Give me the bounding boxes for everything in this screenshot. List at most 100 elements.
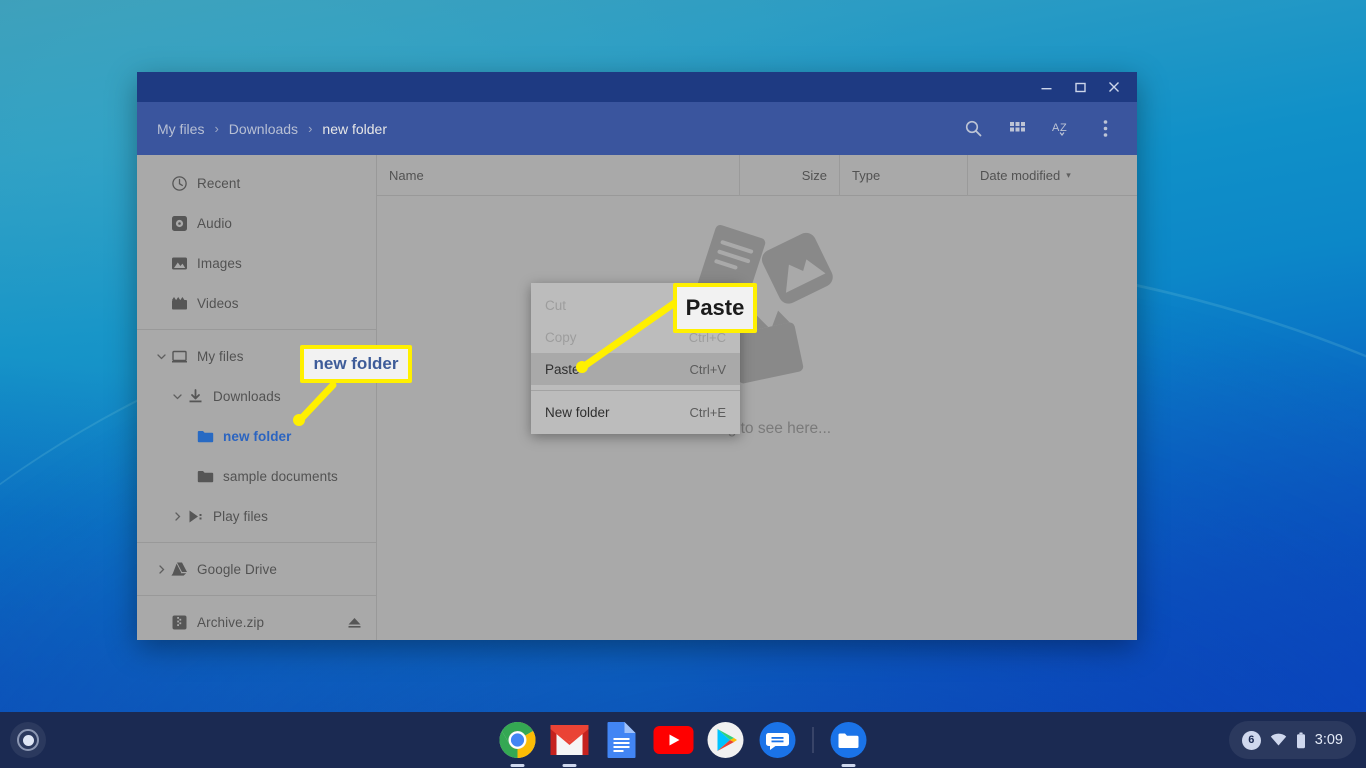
annotation-label: new folder <box>313 354 399 373</box>
svg-text:A: A <box>1052 122 1060 134</box>
shelf-divider <box>812 727 814 753</box>
menu-item-label: Paste <box>545 361 580 377</box>
sidebar-item-label: Recent <box>197 175 241 191</box>
sidebar: Recent Audio Images Videos My files Down… <box>137 155 377 640</box>
files-toolbar: My files › Downloads › new folder AZ <box>137 102 1137 155</box>
breadcrumb-item-my-files[interactable]: My files <box>153 119 208 139</box>
minimize-button[interactable] <box>1029 72 1063 102</box>
column-header-name[interactable]: Name <box>377 155 739 196</box>
youtube-app-icon[interactable] <box>652 718 696 762</box>
sidebar-divider <box>137 595 376 596</box>
sidebar-item-label: Audio <box>197 215 233 231</box>
gmail-app-icon[interactable] <box>548 718 592 767</box>
clock-time[interactable]: 3:09 <box>1315 732 1343 748</box>
app-active-indicator <box>562 764 577 767</box>
chevron-down-icon[interactable] <box>151 346 171 366</box>
sidebar-divider <box>137 329 376 330</box>
column-header-size[interactable]: Size <box>739 155 839 196</box>
video-icon <box>171 293 197 313</box>
notification-count-badge[interactable]: 6 <box>1241 730 1261 750</box>
download-icon <box>187 386 213 406</box>
chevron-right-icon[interactable] <box>151 559 171 579</box>
annotation-label: Paste <box>685 295 745 320</box>
battery-icon[interactable] <box>1296 732 1306 749</box>
desktop: My files › Downloads › new folder AZ Rec… <box>0 0 1366 768</box>
audio-icon <box>171 213 197 233</box>
eject-icon[interactable] <box>347 616 362 629</box>
empty-state: Nothing to see here... <box>377 210 1137 438</box>
sidebar-item-label: Play files <box>213 508 269 524</box>
column-header-date-modified[interactable]: Date modified ▾ <box>967 155 1137 196</box>
sidebar-item-label: new folder <box>223 428 292 444</box>
menu-item-label: New folder <box>545 404 610 420</box>
sidebar-item-sample-documents[interactable]: sample documents <box>137 456 376 496</box>
archive-icon <box>171 612 197 632</box>
clock-icon <box>171 173 197 193</box>
column-headers: Name Size Type Date modified ▾ <box>377 155 1137 196</box>
sidebar-item-label: sample documents <box>223 468 338 484</box>
computer-icon <box>171 346 197 366</box>
column-label: Name <box>389 167 424 183</box>
launcher-ring-icon <box>17 729 39 751</box>
annotation-callout-paste: Paste <box>673 283 757 333</box>
sidebar-item-play-files[interactable]: Play files <box>137 496 376 536</box>
menu-item-label: Copy <box>545 329 577 345</box>
google-drive-icon <box>171 559 197 579</box>
window-titlebar <box>137 72 1137 102</box>
launcher-dot-icon <box>22 734 34 746</box>
menu-item-label: Cut <box>545 297 567 313</box>
launcher-button[interactable] <box>10 722 46 758</box>
menu-item-shortcut: Ctrl+V <box>689 361 726 377</box>
grid-view-icon[interactable] <box>997 109 1037 149</box>
sidebar-item-label: Google Drive <box>197 561 277 577</box>
column-label: Type <box>852 167 881 183</box>
messages-app-icon[interactable] <box>756 718 800 762</box>
sidebar-item-audio[interactable]: Audio <box>137 203 376 243</box>
breadcrumb: My files › Downloads › new folder <box>153 119 953 139</box>
folder-icon <box>197 426 223 446</box>
sort-caret-icon: ▾ <box>1066 169 1071 180</box>
play-store-app-icon[interactable] <box>704 718 748 762</box>
breadcrumb-separator-icon: › <box>214 121 219 136</box>
sidebar-item-label: Images <box>197 255 242 271</box>
sidebar-item-images[interactable]: Images <box>137 243 376 283</box>
sidebar-item-label: Downloads <box>213 388 281 404</box>
close-button[interactable] <box>1097 72 1131 102</box>
breadcrumb-item-downloads[interactable]: Downloads <box>225 119 302 139</box>
app-active-indicator <box>841 764 856 767</box>
sidebar-divider <box>137 542 376 543</box>
sidebar-item-new-folder[interactable]: new folder <box>137 416 376 456</box>
breadcrumb-item-new-folder[interactable]: new folder <box>318 119 391 139</box>
shelf: 6 3:09 <box>0 712 1366 768</box>
breadcrumb-separator-icon: › <box>308 121 313 136</box>
search-icon[interactable] <box>953 109 993 149</box>
chrome-app-icon[interactable] <box>496 718 540 767</box>
sidebar-item-google-drive[interactable]: Google Drive <box>137 549 376 589</box>
maximize-button[interactable] <box>1063 72 1097 102</box>
system-tray[interactable]: 6 3:09 <box>1228 721 1356 759</box>
more-options-icon[interactable] <box>1085 109 1125 149</box>
column-header-type[interactable]: Type <box>839 155 967 196</box>
sidebar-item-label: My files <box>197 348 244 364</box>
sidebar-item-archive-zip[interactable]: Archive.zip <box>137 602 376 640</box>
app-active-indicator <box>510 764 525 767</box>
docs-app-icon[interactable] <box>600 718 644 762</box>
sidebar-item-label: Videos <box>197 295 239 311</box>
sidebar-item-recent[interactable]: Recent <box>137 163 376 203</box>
menu-divider <box>531 390 740 391</box>
column-label: Date modified <box>980 167 1061 183</box>
image-icon <box>171 253 197 273</box>
chevron-down-icon[interactable] <box>167 386 187 406</box>
sidebar-item-label: Archive.zip <box>197 614 265 630</box>
menu-item-new-folder[interactable]: New folder Ctrl+E <box>531 396 740 428</box>
file-list-panel: Name Size Type Date modified ▾ Nothing t… <box>377 155 1137 640</box>
wifi-icon[interactable] <box>1270 733 1287 747</box>
column-label: Size <box>801 167 827 183</box>
menu-item-paste[interactable]: Paste Ctrl+V <box>531 353 740 385</box>
files-app-icon[interactable] <box>827 718 871 767</box>
annotation-callout-new-folder: new folder <box>300 345 412 383</box>
sidebar-item-videos[interactable]: Videos <box>137 283 376 323</box>
chevron-right-icon[interactable] <box>167 506 187 526</box>
sort-az-icon[interactable]: AZ <box>1041 109 1081 149</box>
toolbar-actions: AZ <box>953 109 1125 149</box>
